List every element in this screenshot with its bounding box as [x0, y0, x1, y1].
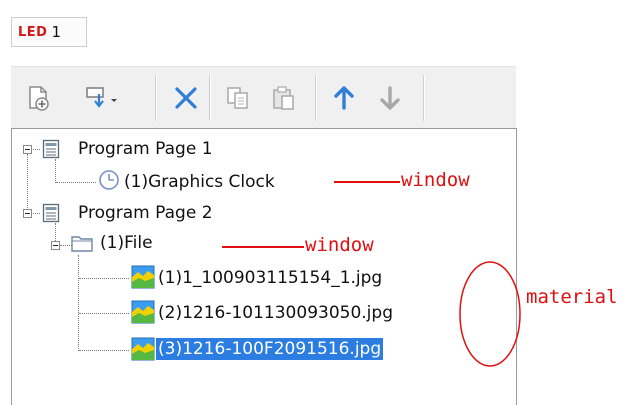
image-icon — [131, 265, 155, 289]
tree-item-program-page-1[interactable]: Program Page 1 — [78, 138, 213, 160]
image-icon — [131, 300, 155, 324]
image-icon — [131, 337, 155, 361]
delete-button[interactable] — [169, 81, 203, 115]
paste-button[interactable] — [267, 81, 301, 115]
led-badge[interactable]: LED 1 — [11, 17, 87, 47]
new-page-button[interactable] — [21, 81, 55, 115]
move-up-icon — [334, 86, 354, 110]
tree-item-image-3-selected[interactable]: (3)1216-100F2091516.jpg — [156, 338, 384, 360]
delete-icon — [175, 87, 197, 109]
annotation-window-1: window — [401, 169, 470, 191]
program-page-icon — [42, 139, 60, 159]
annotation-material: material — [526, 286, 618, 308]
annotation-circle — [459, 261, 521, 367]
copy-button[interactable] — [221, 81, 255, 115]
clock-icon — [99, 170, 119, 190]
collapse-toggle-page-2[interactable] — [23, 209, 32, 218]
toolbar — [11, 66, 516, 128]
new-page-icon — [29, 86, 49, 111]
move-up-button[interactable] — [327, 81, 361, 115]
program-page-icon — [42, 203, 60, 223]
paste-icon — [273, 86, 294, 110]
move-down-icon — [380, 86, 400, 110]
tree-item-image-2[interactable]: (2)1216-101130093050.jpg — [158, 302, 393, 324]
annotation-line-window-2 — [222, 246, 304, 248]
collapse-toggle-file[interactable] — [51, 241, 60, 250]
annotation-window-2: window — [305, 234, 374, 256]
led-number: 1 — [51, 23, 62, 41]
tree-item-graphics-clock[interactable]: (1)Graphics Clock — [124, 171, 275, 193]
collapse-toggle-page-1[interactable] — [23, 145, 32, 154]
tree-item-image-1[interactable]: (1)1_100903115154_1.jpg — [158, 267, 382, 289]
folder-icon — [71, 236, 93, 252]
led-tag: LED — [18, 24, 48, 40]
tree-item-file[interactable]: (1)File — [100, 232, 153, 254]
tree-item-program-page-2[interactable]: Program Page 2 — [78, 202, 213, 224]
add-window-dropdown-icon — [86, 87, 117, 108]
copy-icon — [227, 87, 248, 109]
move-down-button[interactable] — [373, 81, 407, 115]
add-window-dropdown-button[interactable] — [81, 81, 129, 115]
annotation-line-window-1 — [334, 181, 400, 183]
